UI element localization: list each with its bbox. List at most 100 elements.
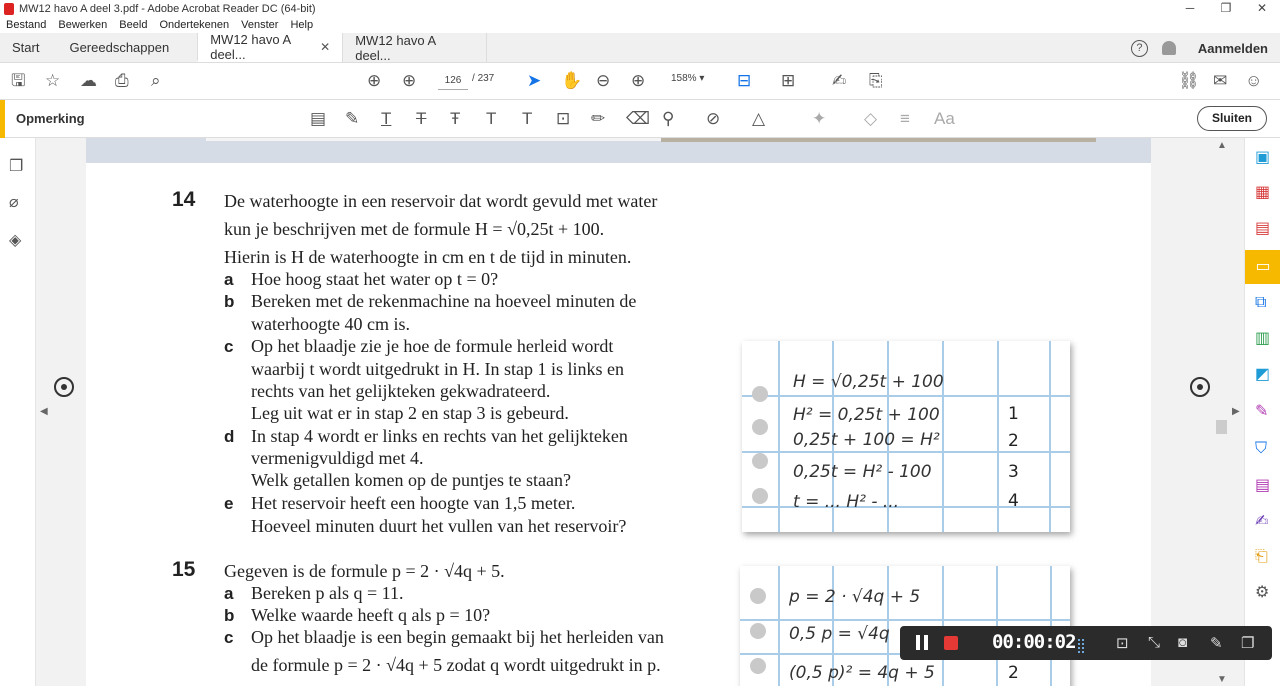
- minimize-button[interactable]: ─: [1172, 0, 1208, 16]
- email-icon[interactable]: ✉: [1213, 71, 1227, 91]
- pencil-draw-icon[interactable]: ✏: [591, 109, 605, 129]
- edit-pdf-icon[interactable]: ▥: [1255, 330, 1270, 348]
- stamp-icon[interactable]: ⚲: [662, 109, 674, 129]
- add-text-icon[interactable]: T: [522, 109, 532, 129]
- bookmark-star-icon[interactable]: ☆: [45, 71, 60, 91]
- help-icon[interactable]: ?: [1130, 39, 1148, 57]
- grid-line: [778, 341, 780, 532]
- menu-help[interactable]: Help: [290, 19, 313, 31]
- strikethrough-text-icon[interactable]: T: [416, 109, 426, 129]
- page-number-input[interactable]: 126: [438, 72, 468, 90]
- eraser-icon[interactable]: ⌫: [626, 109, 650, 129]
- line-width-icon[interactable]: ≡: [900, 109, 910, 129]
- attachments-paperclip-icon[interactable]: ⌀: [9, 192, 19, 212]
- exercise-14-intro-line-3: Hierin is H de waterhoogte in cm en t de…: [224, 247, 632, 267]
- close-tab-icon[interactable]: ✕: [320, 40, 330, 54]
- text-box-icon[interactable]: ⊡: [556, 109, 570, 129]
- camera-icon[interactable]: ◙: [1178, 634, 1187, 651]
- maximize-button[interactable]: ❐: [1208, 0, 1244, 16]
- window-title: MW12 havo A deel 3.pdf - Adobe Acrobat R…: [19, 2, 316, 15]
- share-link-icon[interactable]: ⛓: [1178, 71, 1200, 91]
- question-15c-label: c: [224, 628, 234, 647]
- cloud-upload-icon[interactable]: ☁: [80, 71, 97, 91]
- select-cursor-icon[interactable]: ➤: [527, 71, 541, 91]
- scrollbar-thumb[interactable]: [1216, 420, 1227, 434]
- minimize-recorder-icon[interactable]: ❐: [1241, 634, 1254, 652]
- pin-icon[interactable]: ✦: [812, 109, 826, 129]
- sign-pen-icon[interactable]: ✍: [832, 71, 846, 91]
- stop-recording-icon[interactable]: [944, 636, 958, 650]
- collapse-right-panel-icon[interactable]: ▶: [1232, 406, 1240, 417]
- close-comment-button[interactable]: Sluiten: [1197, 106, 1267, 131]
- notifications-bell-icon[interactable]: [1161, 41, 1176, 55]
- page-total-value: 237: [477, 73, 495, 84]
- more-tools-icon[interactable]: ⚙: [1255, 584, 1269, 602]
- question-15a-label: a: [224, 584, 234, 603]
- close-window-button[interactable]: ✕: [1244, 0, 1280, 16]
- screenshot-area-icon[interactable]: ⊡: [1116, 634, 1129, 652]
- tab-start[interactable]: Start: [0, 33, 51, 62]
- card-14-row-5: t = ... H² - ...: [793, 492, 900, 512]
- menu-venster[interactable]: Venster: [241, 19, 278, 31]
- page-thumbnails-icon[interactable]: ❐: [9, 156, 23, 176]
- menu-bewerken[interactable]: Bewerken: [58, 19, 107, 31]
- fullscreen-exit-icon[interactable]: ⤡: [1148, 634, 1160, 651]
- menu-beeld[interactable]: Beeld: [119, 19, 147, 31]
- create-pdf-icon[interactable]: ▣: [1255, 149, 1270, 167]
- shapes-icon[interactable]: △: [752, 109, 765, 129]
- tab-tools[interactable]: Gereedschappen: [51, 33, 197, 62]
- page-display-icon[interactable]: ⊟: [737, 71, 751, 91]
- send-for-review-icon[interactable]: ⎗: [1255, 548, 1268, 566]
- replace-text-icon[interactable]: Ŧ: [450, 109, 460, 129]
- scroll-mode-icon[interactable]: ⊞: [781, 71, 795, 91]
- hand-pan-icon[interactable]: ✋: [561, 71, 582, 91]
- print-icon[interactable]: ⎙: [115, 71, 129, 91]
- protect-shield-icon[interactable]: ⛉: [1255, 440, 1267, 458]
- underline-text-icon[interactable]: T: [381, 109, 391, 129]
- find-search-icon[interactable]: ⌕: [151, 71, 161, 91]
- request-signature-icon[interactable]: ▤: [1255, 477, 1270, 495]
- sticky-note-icon[interactable]: ▤: [310, 109, 326, 129]
- layers-icon[interactable]: ◈: [9, 230, 21, 250]
- tab-document-active[interactable]: MW12 havo A deel... ✕: [197, 31, 343, 62]
- menu-bestand[interactable]: Bestand: [6, 19, 46, 31]
- collapse-left-panel-icon[interactable]: ◀: [40, 406, 48, 417]
- fill-and-sign-icon[interactable]: ✎: [1255, 403, 1268, 421]
- previous-figure-edge: [86, 138, 1151, 163]
- attach-file-icon[interactable]: ⊘: [706, 109, 720, 129]
- highlight-pen-icon[interactable]: ✎: [345, 109, 359, 129]
- enhance-scan-icon[interactable]: ◩: [1255, 366, 1270, 384]
- combine-files-icon[interactable]: ⧉: [1255, 294, 1266, 312]
- share-user-icon[interactable]: ☺: [1245, 71, 1262, 91]
- document-viewport[interactable]: 14 De waterhoogte in een reservoir dat w…: [36, 138, 1244, 686]
- tab-document-label: MW12 havo A deel...: [210, 31, 291, 62]
- menu-ondertekenen[interactable]: Ondertekenen: [159, 19, 229, 31]
- vertical-scrollbar[interactable]: ▲ ▼: [1213, 138, 1231, 686]
- pause-recording-icon[interactable]: [916, 635, 928, 650]
- scroll-down-icon[interactable]: ▼: [1217, 674, 1227, 685]
- fill-sign-icon[interactable]: ⎘: [869, 71, 883, 91]
- draw-pen-icon[interactable]: ✎: [1210, 634, 1223, 652]
- acrobat-window: MW12 havo A deel 3.pdf - Adobe Acrobat R…: [0, 0, 1280, 686]
- text-properties-icon[interactable]: Aa: [934, 109, 955, 129]
- comment-tool-icon[interactable]: ▭: [1245, 250, 1280, 284]
- page-separator: /: [472, 73, 475, 84]
- next-page-icon[interactable]: ⊕: [402, 71, 416, 91]
- zoom-out-icon[interactable]: ⊖: [596, 71, 610, 91]
- previous-page-icon[interactable]: ⊕: [367, 71, 381, 91]
- export-pdf-icon[interactable]: ▤: [1255, 220, 1270, 238]
- grid-line: [740, 619, 1070, 621]
- zoom-level-select[interactable]: 158% ▾: [671, 73, 704, 84]
- question-15b-text: Welke waarde heeft q als p = 10?: [251, 605, 491, 625]
- insert-text-icon[interactable]: T: [486, 109, 496, 129]
- sign-in-button[interactable]: Aanmelden: [1198, 41, 1268, 56]
- save-icon[interactable]: 🖫: [11, 71, 25, 91]
- organize-pages-icon[interactable]: ▦: [1255, 184, 1270, 202]
- send-for-signature-icon[interactable]: ✍: [1255, 513, 1268, 531]
- question-14d-text-1: In stap 4 wordt er links en rechts van h…: [251, 426, 628, 446]
- acrobat-app-icon: [4, 2, 14, 15]
- zoom-in-icon[interactable]: ⊕: [631, 71, 645, 91]
- tab-document-2[interactable]: MW12 havo A deel...: [342, 33, 488, 63]
- scroll-up-icon[interactable]: ▲: [1217, 140, 1227, 151]
- fill-color-icon[interactable]: ◇: [864, 109, 877, 129]
